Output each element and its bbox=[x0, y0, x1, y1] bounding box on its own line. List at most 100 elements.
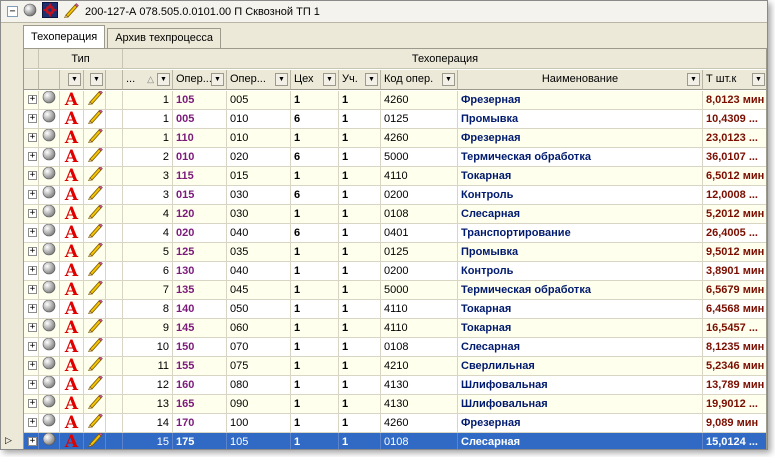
pencil-icon[interactable] bbox=[87, 148, 103, 166]
pencil-icon[interactable] bbox=[87, 129, 103, 147]
table-row[interactable]: + A 3 015 030 6 1 0200 Контроль 12,0008 ... bbox=[24, 186, 766, 205]
expand-row-button[interactable]: + bbox=[28, 171, 37, 180]
table-row[interactable]: + A 6 130 040 1 1 0200 Контроль 3,8901 мин bbox=[24, 262, 766, 281]
pencil-icon[interactable] bbox=[87, 433, 103, 449]
header-name[interactable]: Наименование ▼ bbox=[458, 70, 703, 90]
type-cell bbox=[84, 300, 106, 318]
table-row[interactable]: + A 8 140 050 1 1 4110 Токарная 6,4568 мин bbox=[24, 300, 766, 319]
type-cell bbox=[39, 395, 60, 413]
table-row[interactable]: + A 2 010 020 6 1 5000 Термическая обработка 36,0… bbox=[24, 148, 766, 167]
header-type-col-1 bbox=[39, 70, 60, 90]
filter-dropdown-icon[interactable]: ▼ bbox=[323, 73, 336, 86]
header-num-label: ... bbox=[126, 73, 136, 85]
pencil-icon[interactable] bbox=[87, 243, 103, 261]
pencil-icon[interactable] bbox=[87, 167, 103, 185]
expand-row-button[interactable]: + bbox=[28, 133, 37, 142]
pencil-icon[interactable] bbox=[87, 205, 103, 223]
header-area[interactable]: Уч. ▼ bbox=[339, 70, 381, 90]
table-row[interactable]: + A 9 145 060 1 1 4110 Токарная 16,5457 ... bbox=[24, 319, 766, 338]
table-row[interactable]: + A 11 155 075 1 1 4210 Сверлильная 5,2346 мин bbox=[24, 357, 766, 376]
header-code[interactable]: Код опер. ▼ bbox=[381, 70, 458, 90]
table-row[interactable]: + A 1 110 010 1 1 4260 Фрезерная 23,0123 ... bbox=[24, 129, 766, 148]
filter-dropdown-icon[interactable]: ▼ bbox=[365, 73, 378, 86]
header-shop[interactable]: Цех ▼ bbox=[291, 70, 339, 90]
pencil-icon[interactable] bbox=[87, 224, 103, 242]
cell-shop: 1 bbox=[291, 414, 339, 432]
filter-dropdown-icon[interactable]: ▼ bbox=[275, 73, 288, 86]
expand-row-button[interactable]: + bbox=[28, 152, 37, 161]
pencil-icon[interactable] bbox=[87, 319, 103, 337]
pencil-icon[interactable] bbox=[87, 91, 103, 109]
filter-dropdown-icon[interactable]: ▼ bbox=[442, 73, 455, 86]
expand-row-button[interactable]: + bbox=[28, 399, 37, 408]
expand-row-button[interactable]: + bbox=[28, 285, 37, 294]
header-oper2[interactable]: Опер... ▼ bbox=[227, 70, 291, 90]
table-row[interactable]: + A 5 125 035 1 1 0125 Промывка 9,5012 мин bbox=[24, 243, 766, 262]
pencil-icon[interactable] bbox=[87, 414, 103, 432]
row-expand-cell: + bbox=[24, 414, 39, 432]
table-row[interactable]: + A 1 005 010 6 1 0125 Промывка 10,4309 ... bbox=[24, 110, 766, 129]
expand-row-button[interactable]: + bbox=[28, 323, 37, 332]
header-type-col-2[interactable]: ▼ bbox=[60, 70, 84, 90]
table-row[interactable]: + A 13 165 090 1 1 4130 Шлифовальная 19,9012 ... bbox=[24, 395, 766, 414]
cell-area: 1 bbox=[339, 300, 381, 318]
header-type-col-3[interactable]: ▼ bbox=[84, 70, 106, 90]
cell-time: 13,789 мин bbox=[703, 376, 766, 394]
expand-row-button[interactable]: + bbox=[28, 418, 37, 427]
table-row[interactable]: + A 4 120 030 1 1 0108 Слесарная 5,2012 мин bbox=[24, 205, 766, 224]
header-num[interactable]: ... △ ▼ bbox=[123, 70, 173, 90]
cell-shop: 1 bbox=[291, 319, 339, 337]
cell-area: 1 bbox=[339, 110, 381, 128]
pencil-icon[interactable] bbox=[87, 300, 103, 318]
table-row[interactable]: + A 10 150 070 1 1 0108 Слесарная 8,1235 мин bbox=[24, 338, 766, 357]
expand-row-button[interactable]: + bbox=[28, 228, 37, 237]
expand-row-button[interactable]: + bbox=[28, 190, 37, 199]
expand-row-button[interactable]: + bbox=[28, 95, 37, 104]
table-row[interactable]: + A 12 160 080 1 1 4130 Шлифовальная 13,789 мин bbox=[24, 376, 766, 395]
pencil-icon[interactable] bbox=[87, 395, 103, 413]
table-row[interactable]: + A 3 115 015 1 1 4110 Токарная 6,5012 мин bbox=[24, 167, 766, 186]
type-cell bbox=[106, 414, 123, 432]
tab-archive[interactable]: Архив техпроцесса bbox=[107, 28, 221, 48]
table-row[interactable]: + A 14 170 100 1 1 4260 Фрезерная 9,089 мин bbox=[24, 414, 766, 433]
sphere-icon bbox=[42, 262, 56, 280]
operations-grid[interactable]: Тип Техоперация ▼ ▼ ... △ ▼ Опер... ▼ Опер.… bbox=[23, 48, 767, 449]
pencil-icon[interactable] bbox=[87, 110, 103, 128]
expand-row-button[interactable]: + bbox=[28, 342, 37, 351]
header-time[interactable]: Т шт.к ▼ bbox=[703, 70, 766, 90]
pencil-icon[interactable] bbox=[87, 262, 103, 280]
cell-oper: 160 bbox=[173, 376, 227, 394]
pencil-icon[interactable] bbox=[87, 376, 103, 394]
header-oper[interactable]: Опер... ▼ bbox=[173, 70, 227, 90]
filter-dropdown-icon[interactable]: ▼ bbox=[752, 73, 765, 86]
expand-row-button[interactable]: + bbox=[28, 114, 37, 123]
table-row[interactable]: + A 4 020 040 6 1 0401 Транспортирование 26,4005 … bbox=[24, 224, 766, 243]
expand-row-button[interactable]: + bbox=[28, 209, 37, 218]
type-cell bbox=[39, 91, 60, 109]
type-cell bbox=[39, 205, 60, 223]
type-cell bbox=[106, 262, 123, 280]
expand-row-button[interactable]: + bbox=[28, 247, 37, 256]
pencil-icon[interactable] bbox=[87, 357, 103, 375]
expand-row-button[interactable]: + bbox=[28, 304, 37, 313]
expand-row-button[interactable]: + bbox=[28, 266, 37, 275]
cell-area: 1 bbox=[339, 243, 381, 261]
table-row[interactable]: + A 15 175 105 1 1 0108 Слесарная 15,0124 ... bbox=[24, 433, 766, 449]
filter-dropdown-icon[interactable]: ▼ bbox=[68, 73, 81, 86]
pencil-icon[interactable] bbox=[87, 281, 103, 299]
collapse-button[interactable]: − bbox=[7, 6, 18, 17]
pencil-icon[interactable] bbox=[87, 338, 103, 356]
cell-time: 10,4309 ... bbox=[703, 110, 766, 128]
expand-row-button[interactable]: + bbox=[28, 361, 37, 370]
table-row[interactable]: + A 7 135 045 1 1 5000 Термическая обработка 6,56… bbox=[24, 281, 766, 300]
expand-row-button[interactable]: + bbox=[28, 380, 37, 389]
cell-oper2: 020 bbox=[227, 148, 291, 166]
filter-dropdown-icon[interactable]: ▼ bbox=[90, 73, 103, 86]
filter-dropdown-icon[interactable]: ▼ bbox=[687, 73, 700, 86]
pencil-icon[interactable] bbox=[87, 186, 103, 204]
expand-row-button[interactable]: + bbox=[28, 437, 37, 446]
tab-techoperation[interactable]: Техоперация bbox=[23, 25, 106, 48]
filter-dropdown-icon[interactable]: ▼ bbox=[211, 73, 224, 86]
table-row[interactable]: + A 1 105 005 1 1 4260 Фрезерная 8,0123 мин bbox=[24, 91, 766, 110]
filter-dropdown-icon[interactable]: ▼ bbox=[157, 73, 170, 86]
